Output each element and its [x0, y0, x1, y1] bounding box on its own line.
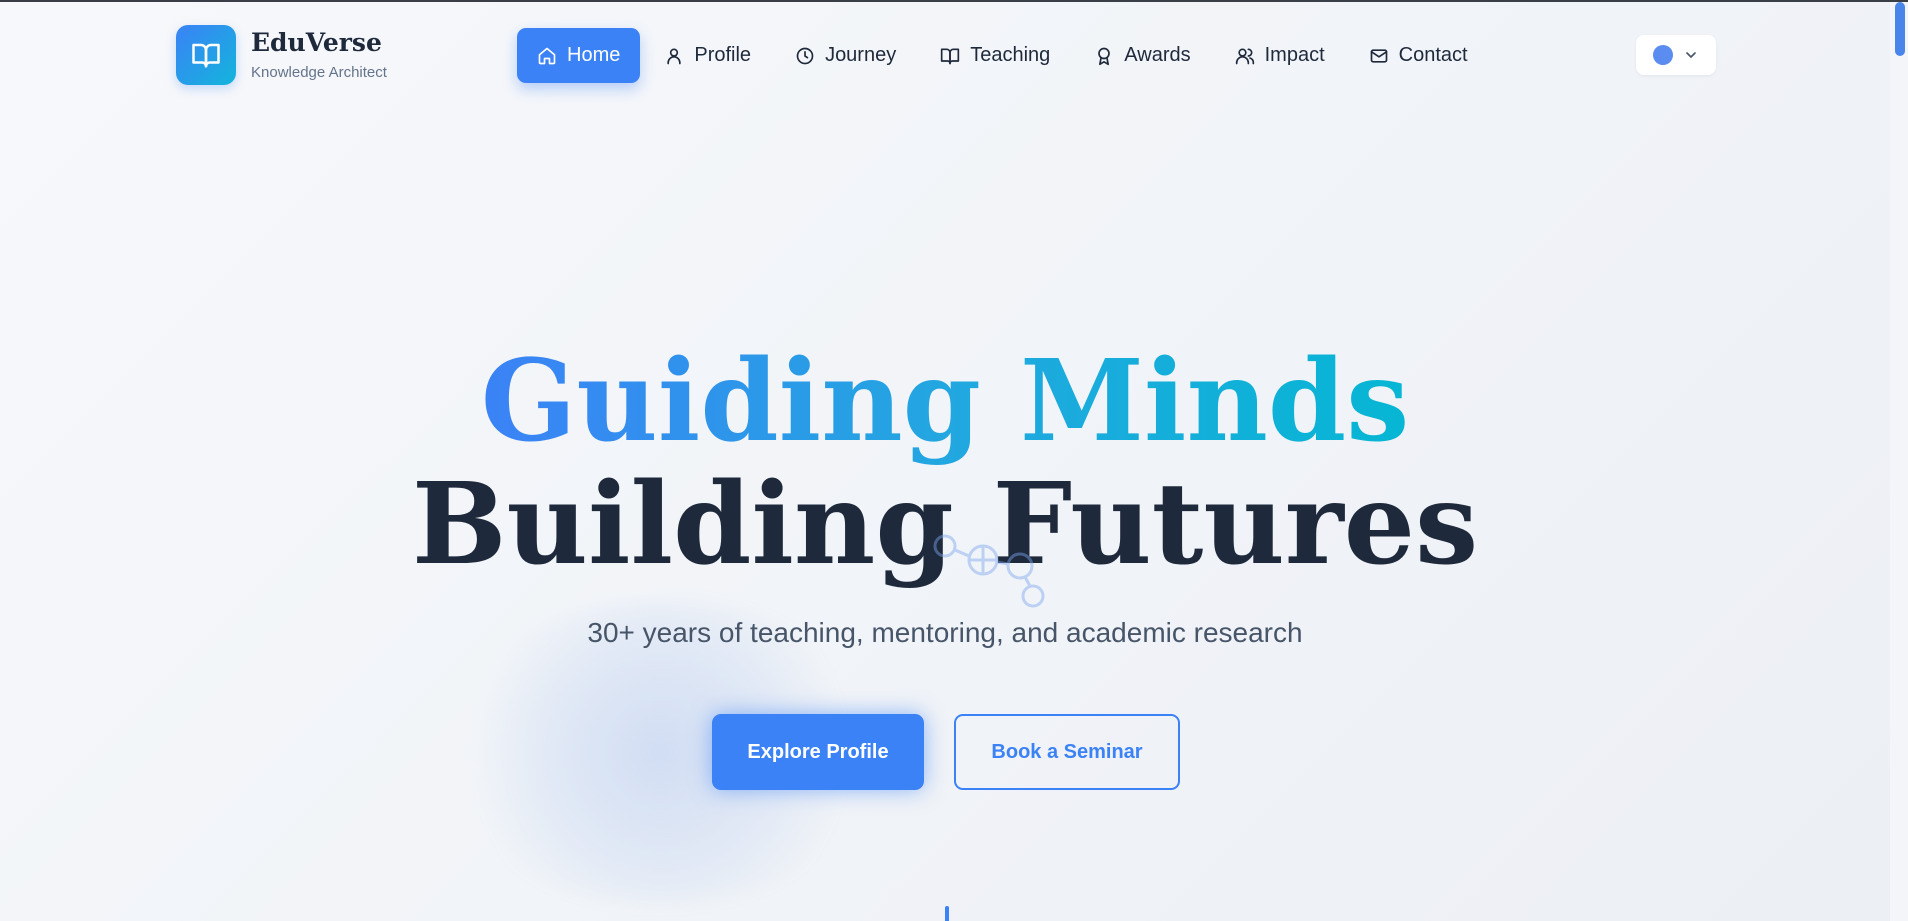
user-icon	[667, 48, 682, 64]
molecule-doodle-icon	[933, 534, 1045, 608]
scrollbar-thumb[interactable]	[1895, 2, 1905, 56]
logo[interactable]	[176, 25, 236, 85]
explore-profile-button[interactable]: Explore Profile	[712, 714, 924, 790]
nav-item-label: Awards	[1124, 44, 1191, 66]
nav-item-label: Teaching	[970, 44, 1051, 66]
site-header: EduVerse Knowledge Architect Home Profil…	[0, 22, 1890, 86]
hero-subtitle: 30+ years of teaching, mentoring, and ac…	[587, 617, 1303, 648]
browser-window: EduVerse Knowledge Architect Home Profil…	[0, 0, 1908, 921]
nav-item-home[interactable]: Home	[517, 28, 641, 83]
chevron-down-icon	[1686, 52, 1696, 58]
nav-item-contact[interactable]: Contact	[1353, 28, 1484, 83]
brand-tagline: Knowledge Architect	[251, 64, 387, 81]
theme-color-dot	[1653, 45, 1673, 65]
page: EduVerse Knowledge Architect Home Profil…	[0, 2, 1890, 921]
nav-item-profile[interactable]: Profile	[648, 28, 767, 83]
book-open-icon	[941, 48, 960, 64]
users-icon	[1235, 48, 1254, 64]
theme-selector[interactable]	[1636, 35, 1716, 75]
mail-icon	[1370, 48, 1387, 63]
nav-item-impact[interactable]: Impact	[1219, 28, 1341, 83]
clock-icon	[796, 47, 814, 64]
nav-item-journey[interactable]: Journey	[779, 28, 912, 83]
award-icon	[1098, 47, 1111, 65]
hero-title-gradient-text: Guiding Minds	[480, 336, 1410, 467]
main-nav: Home Profile Journey Teaching Awards Imp…	[517, 28, 1496, 83]
home-icon	[538, 47, 556, 64]
nav-item-label: Profile	[694, 44, 752, 66]
nav-item-teaching[interactable]: Teaching	[924, 28, 1066, 83]
nav-item-label: Contact	[1398, 44, 1468, 66]
nav-item-label: Impact	[1264, 44, 1325, 66]
scrollbar[interactable]	[1890, 2, 1908, 921]
scroll-indicator[interactable]	[945, 906, 949, 921]
nav-item-label: Home	[567, 44, 621, 66]
book-open-icon	[192, 43, 220, 68]
book-seminar-button[interactable]: Book a Seminar	[954, 714, 1180, 790]
nav-item-label: Journey	[825, 44, 897, 66]
brand-name[interactable]: EduVerse	[251, 28, 382, 58]
nav-item-awards[interactable]: Awards	[1078, 28, 1206, 83]
